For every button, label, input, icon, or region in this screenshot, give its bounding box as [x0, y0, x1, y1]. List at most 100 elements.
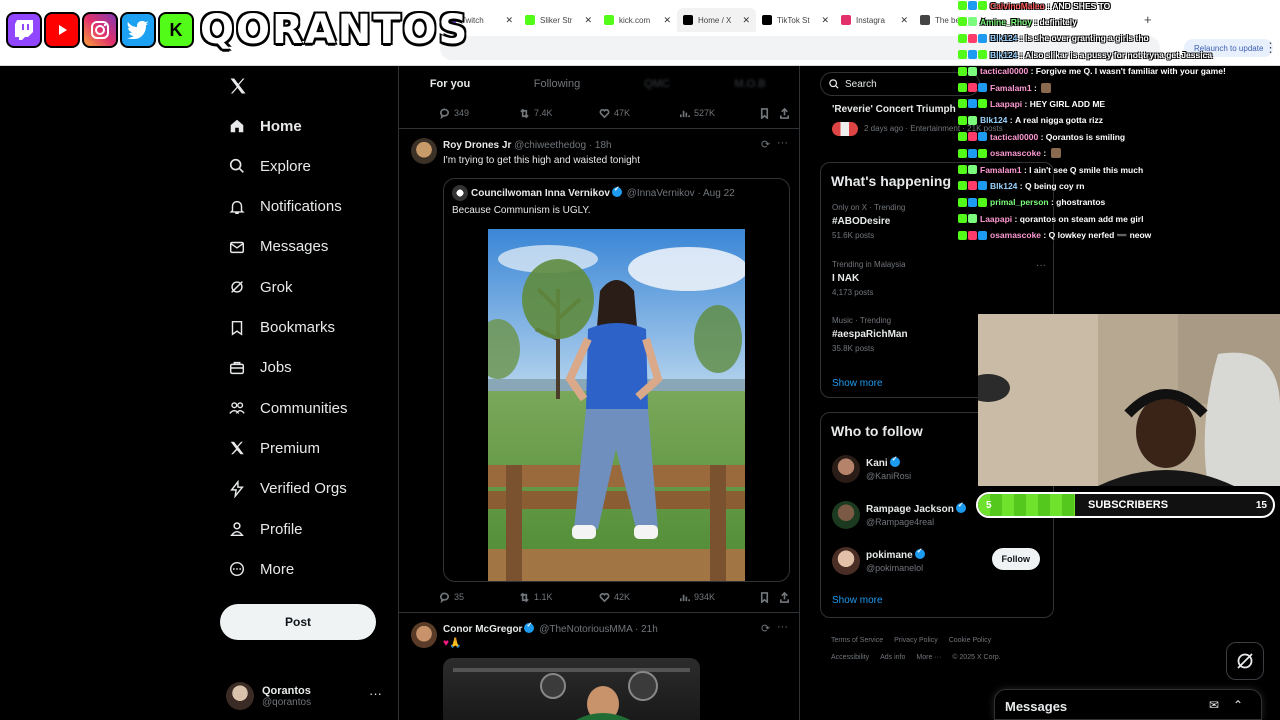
- grok-icon: [1237, 653, 1253, 669]
- author-name[interactable]: Conor McGregor: [443, 624, 522, 635]
- tweet-time[interactable]: · 21h: [635, 624, 658, 635]
- close-tab-icon[interactable]: ✕: [821, 15, 829, 26]
- browser-tab[interactable]: Instagra ✕: [835, 8, 914, 32]
- quoted-tweet-header: Councilwoman Inna Vernikov @InnaVernikov…: [471, 185, 735, 199]
- footer-link[interactable]: More ···: [916, 654, 941, 661]
- sidebar-item-verified-orgs[interactable]: Verified Orgs: [228, 474, 347, 504]
- sidebar-item-profile[interactable]: Profile: [228, 514, 303, 544]
- tweet-time[interactable]: · 18h: [589, 140, 612, 151]
- author-handle[interactable]: @chiweethedog: [514, 140, 586, 151]
- sidebar-item-bookmarks[interactable]: Bookmarks: [228, 313, 335, 343]
- grok-explain-icon[interactable]: ⟳: [761, 138, 770, 151]
- chat-text: Q lowkey nerfed ➖ neow: [1048, 229, 1152, 240]
- tab-strip: Twitch ✕ Sliker Str ✕ kick.com ✕ Home / X ✕ TikT…: [440, 8, 993, 32]
- repost-button[interactable]: 7.4K: [519, 108, 599, 119]
- chat-badge-icon: [978, 33, 987, 43]
- like-button[interactable]: 47K: [599, 108, 679, 119]
- author-name[interactable]: Roy Drones Jr: [443, 140, 511, 151]
- tab-list-1[interactable]: QMC: [613, 66, 701, 102]
- reply-button[interactable]: 35: [439, 592, 519, 603]
- author-handle[interactable]: @TheNotoriousMMA: [539, 624, 632, 635]
- show-more-link[interactable]: Show more: [832, 378, 883, 389]
- sidebar-item-notifications[interactable]: Notifications: [228, 192, 342, 222]
- chat-emote-icon: [1050, 148, 1061, 159]
- footer-link[interactable]: Ads info: [880, 654, 905, 661]
- chat-username: osamascoke: [990, 148, 1042, 159]
- footer-link[interactable]: Cookie Policy: [949, 637, 991, 644]
- chat-message: tactical0000 : Forgive me Q. I wasn't fa…: [958, 65, 1226, 78]
- sidebar-item-jobs[interactable]: Jobs: [228, 353, 292, 383]
- trend-item[interactable]: Only on X · Trending #ABODesire 51.6K po…: [832, 203, 905, 240]
- tab-list-2[interactable]: M.O.B: [701, 66, 799, 102]
- subscriber-count: 5: [986, 499, 992, 511]
- bookmark-icon[interactable]: [759, 591, 779, 603]
- trend-item[interactable]: Music · Trending #aespaRichMan 35.8K pos…: [832, 316, 908, 353]
- stream-chat-overlay: CalvinoMaleo : AND SHES TO Amine_Rhoy : d…: [956, 0, 1280, 250]
- chat-message: CalvinoMaleo : AND SHES TO: [958, 0, 1110, 12]
- browser-tab[interactable]: Sliker Str ✕: [519, 8, 598, 32]
- person-icon: [230, 522, 244, 537]
- browser-tab[interactable]: kick.com ✕: [598, 8, 677, 32]
- browser-tab[interactable]: TikTok St ✕: [756, 8, 835, 32]
- tab-title: Instagra: [856, 15, 885, 25]
- views-count[interactable]: 527K: [679, 108, 759, 119]
- browser-tab[interactable]: Home / X ✕: [677, 8, 756, 32]
- close-tab-icon[interactable]: ✕: [742, 15, 750, 26]
- more-dots-icon[interactable]: ···: [1036, 260, 1046, 271]
- more-dots-icon[interactable]: ···: [369, 686, 382, 701]
- news-headline[interactable]: 'Reverie' Concert Triumph: [832, 104, 956, 115]
- repost-button[interactable]: 1.1K: [519, 592, 599, 603]
- sidebar-item-grok[interactable]: Grok: [228, 272, 293, 302]
- post-button[interactable]: Post: [220, 604, 376, 640]
- chat-username: CalvinoMaleo: [990, 0, 1045, 11]
- messages-drawer-title: Messages: [1005, 699, 1068, 714]
- like-button[interactable]: 42K: [599, 592, 679, 603]
- close-tab-icon[interactable]: ✕: [663, 15, 671, 26]
- sidebar-item-home[interactable]: Home: [228, 111, 302, 141]
- messages-drawer[interactable]: Messages ✉ ⌃: [994, 689, 1262, 720]
- sidebar-item-communities[interactable]: Communities: [228, 393, 348, 423]
- x-logo-icon[interactable]: [228, 76, 248, 96]
- reply-button[interactable]: 349: [439, 108, 519, 119]
- bookmark-icon[interactable]: [759, 107, 779, 119]
- follow-button[interactable]: Follow: [991, 548, 1040, 570]
- footer-link[interactable]: Terms of Service: [831, 637, 883, 644]
- sidebar-item-messages[interactable]: Messages: [228, 232, 328, 262]
- show-more-link[interactable]: Show more: [832, 595, 883, 606]
- quoted-tweet[interactable]: Councilwoman Inna Vernikov @InnaVernikov…: [443, 178, 790, 582]
- views-count[interactable]: 934K: [679, 592, 759, 603]
- footer-link[interactable]: Privacy Policy: [894, 637, 938, 644]
- subscriber-goal: 15: [1255, 499, 1267, 511]
- tab-following[interactable]: Following: [501, 66, 613, 102]
- sidebar-item-premium[interactable]: Premium: [228, 433, 320, 463]
- divider: [399, 612, 799, 613]
- follow-suggestion[interactable]: pokimane@pokimanelol Follow: [832, 545, 1052, 577]
- grok-explain-icon[interactable]: ⟳: [761, 622, 770, 635]
- compose-message-icon[interactable]: ✉: [1209, 698, 1219, 712]
- sidebar-item-more[interactable]: More: [228, 554, 294, 584]
- more-dots-icon[interactable]: ···: [777, 621, 788, 633]
- tweet-photo[interactable]: [443, 658, 700, 720]
- avatar[interactable]: [411, 622, 437, 648]
- trend-item[interactable]: Trending in Malaysia I NAK 4,173 posts ·…: [832, 260, 1046, 297]
- footer-link[interactable]: Accessibility: [831, 654, 869, 661]
- close-tab-icon[interactable]: ✕: [584, 15, 592, 26]
- tab-for-you[interactable]: For you: [399, 66, 501, 102]
- expand-chevron-icon[interactable]: ⌃: [1233, 698, 1243, 712]
- footer-link[interactable]: © 2025 X Corp.: [952, 654, 1000, 661]
- more-dots-icon[interactable]: ···: [777, 137, 788, 149]
- close-tab-icon[interactable]: ✕: [505, 15, 513, 26]
- bookmark-icon: [231, 320, 243, 336]
- close-tab-icon[interactable]: ✕: [900, 15, 908, 26]
- avatar[interactable]: [411, 138, 437, 164]
- chat-username: tactical0000: [990, 131, 1039, 142]
- chat-badge-icon: [958, 17, 967, 27]
- twitch-logo-icon: [6, 12, 42, 48]
- account-switcher[interactable]: Qorantos @qorantos ···: [226, 678, 394, 714]
- chat-username: Laapapi: [980, 213, 1013, 224]
- share-icon[interactable]: [779, 591, 790, 603]
- share-icon[interactable]: [779, 107, 790, 119]
- tweet-photo[interactable]: [488, 229, 745, 581]
- sidebar-item-explore[interactable]: Explore: [228, 151, 311, 181]
- grok-button[interactable]: [1226, 642, 1264, 680]
